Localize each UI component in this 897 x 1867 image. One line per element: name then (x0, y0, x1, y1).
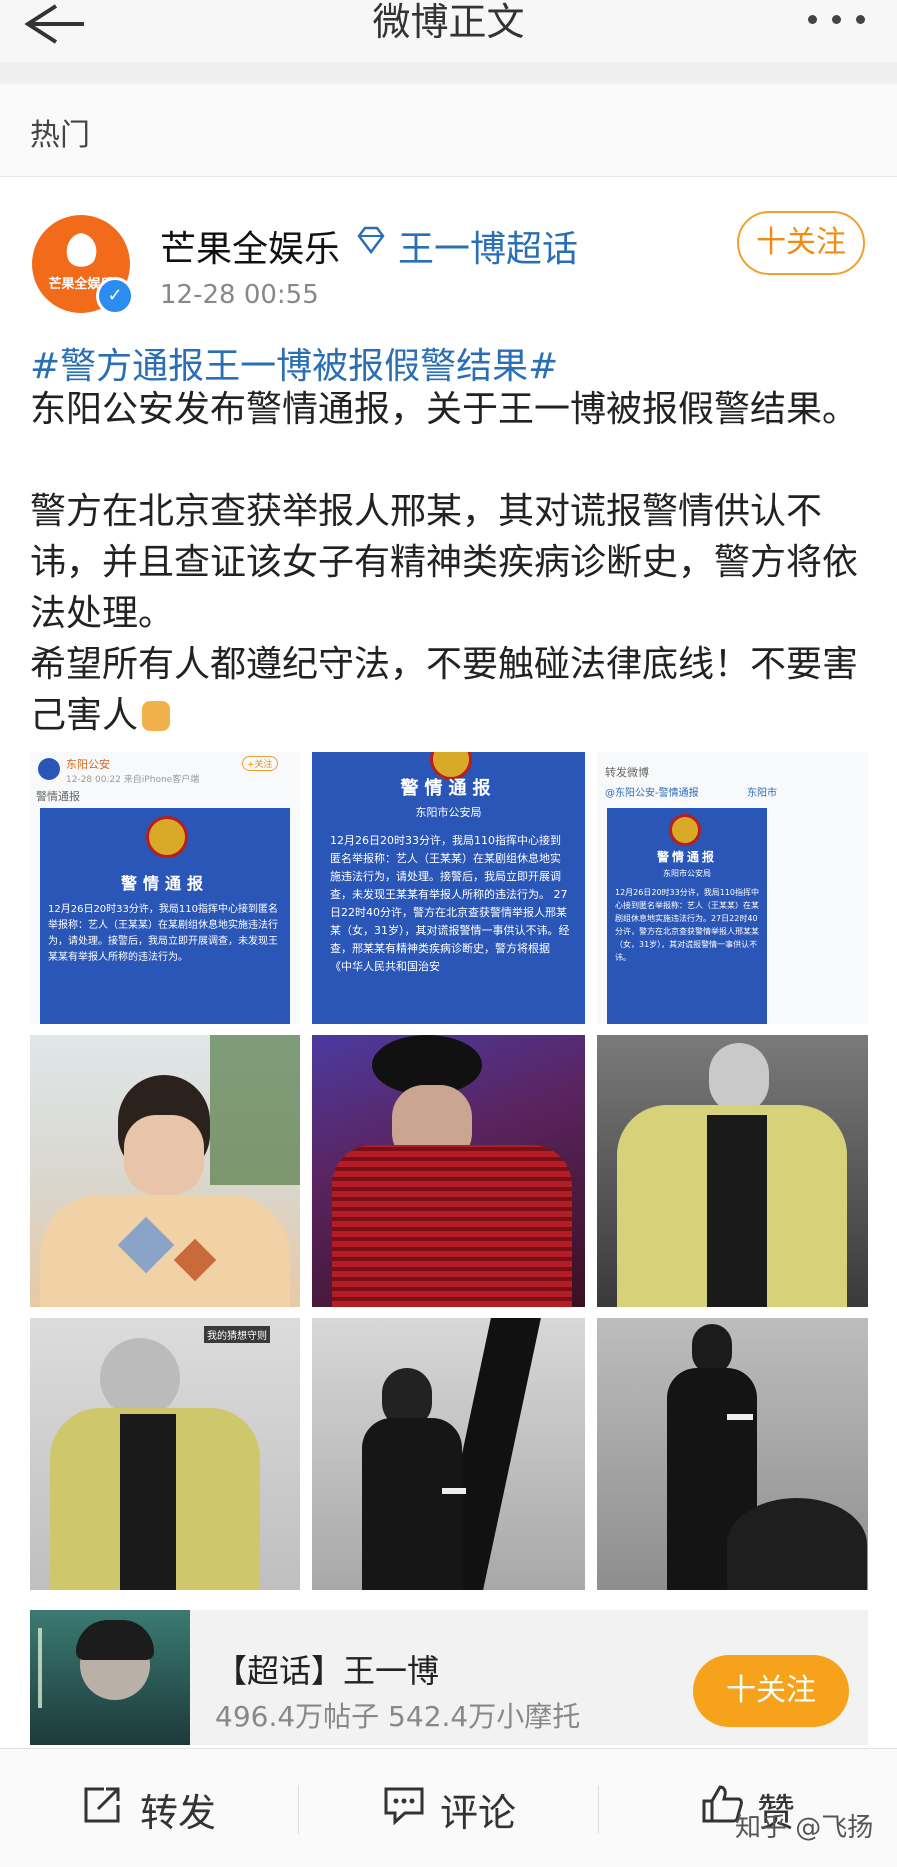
post-image-notice-2[interactable]: 警情通报 东阳市公安局 12月26日20时33分许，我局110指挥中心接到匿名举… (312, 752, 585, 1024)
super-topic-link[interactable]: 王一博超话 (398, 220, 578, 272)
repost-button[interactable]: 转发 (140, 1782, 216, 1837)
notice-title: 警情通报 (400, 778, 497, 799)
image-account-name: 东阳公安 (66, 758, 110, 771)
post-timestamp: 12-28 00:55 (160, 280, 319, 310)
post-paragraph: 东阳公安发布警情通报，关于王一博被报假警结果。 (30, 389, 859, 430)
super-topic-stats: 496.4万帖子 542.4万小摩托 (215, 1700, 581, 1733)
post-image-photo[interactable] (312, 1318, 585, 1590)
hashtag-link[interactable]: #警方通报王一博被报假警结果# (30, 337, 558, 389)
watermark: 知乎 @飞扬 (735, 1813, 874, 1843)
mango-logo-icon (66, 233, 97, 267)
notice-body: 12月26日20时33分许，我局110指挥中心接到匿名举报称：艺人（王某某）在某… (615, 888, 759, 962)
more-options-button[interactable] (800, 0, 880, 40)
super-topic-title: 【超话】王一博 (215, 1652, 440, 1690)
post-image-photo[interactable] (597, 1035, 868, 1307)
post-image-photo[interactable] (30, 1035, 300, 1307)
police-emblem-icon (669, 814, 701, 846)
account-avatar-icon (38, 758, 60, 780)
notice-title: 警情通报 (120, 874, 209, 893)
post-image-notice-3[interactable]: 转发微博 @东阳公安-警情通报 东阳市 警情通报 东阳市公安局 12月26日20… (597, 752, 868, 1024)
image-caption: 我的猜想守则 (204, 1326, 270, 1343)
author-name[interactable]: 芒果全娱乐 (160, 220, 340, 272)
divider (0, 62, 897, 84)
repost-location: 东阳市 (747, 788, 777, 799)
more-dots-icon (808, 15, 817, 24)
comment-icon (383, 1785, 425, 1826)
divider (598, 1786, 599, 1834)
fist-emoji-icon (142, 701, 171, 731)
post-image-photo[interactable]: 我的猜想守则 (30, 1318, 300, 1590)
comment-button[interactable]: 评论 (440, 1782, 516, 1837)
image-follow-label: +关注 (242, 756, 278, 771)
super-topic-thumbnail (30, 1610, 190, 1745)
repost-header: 转发微博 (605, 766, 649, 779)
post-image-photo[interactable] (312, 1035, 585, 1307)
image-meta: 12-28 00:22 来自iPhone客户端 (66, 775, 200, 785)
post-paragraph: 警方在北京查获举报人邢某，其对谎报警情供认不讳，并且查证该女子有精神类疾病诊断史… (30, 491, 859, 634)
verified-badge-icon: ✓ (96, 277, 134, 315)
repost-icon (82, 1785, 122, 1825)
section-header (0, 84, 897, 177)
notice-subtitle: 东阳市公安局 (663, 869, 711, 878)
notice-body: 12月26日20时33分许，我局110指挥中心接到匿名举报称：艺人（王某某）在某… (48, 904, 278, 963)
post-image-photo[interactable] (597, 1318, 868, 1590)
divider (298, 1786, 299, 1834)
police-emblem-icon (146, 816, 188, 858)
post-paragraph: 希望所有人都遵纪守法，不要触碰法律底线！不要害己害人 (30, 639, 870, 741)
notice-subtitle: 东阳市公安局 (415, 806, 482, 819)
image-section-label: 警情通报 (36, 790, 80, 803)
page-title: 微博正文 (372, 0, 525, 44)
section-label: 热门 (30, 118, 90, 153)
notice-body: 12月26日20时33分许，我局110指挥中心接到匿名举报称：艺人（王某某）在某… (330, 834, 570, 973)
follow-button[interactable]: 十关注 (737, 211, 865, 275)
super-topic-follow-button[interactable]: 十关注 (693, 1655, 849, 1727)
repost-account: @东阳公安-警情通报 (605, 788, 699, 799)
notice-title: 警情通报 (656, 850, 717, 864)
post-image-notice-1[interactable]: 东阳公安 12-28 00:22 来自iPhone客户端 +关注 警情通报 警情… (30, 752, 300, 1024)
diamond-icon (357, 226, 385, 255)
